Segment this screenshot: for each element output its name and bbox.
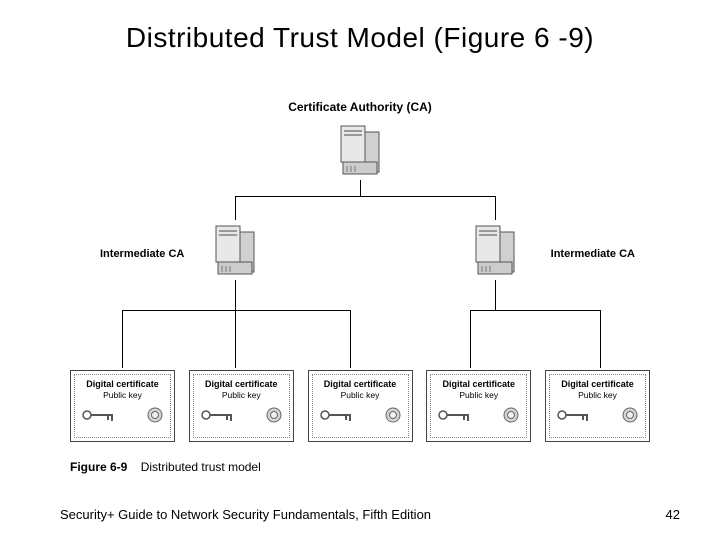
certificates-row: Digital certificate Public key Digital c… (70, 370, 650, 442)
slide-title: Distributed Trust Model (Figure 6 -9) (0, 0, 720, 54)
book-title: Security+ Guide to Network Security Fund… (60, 507, 431, 522)
page-number: 42 (666, 507, 680, 522)
digital-certificate: Digital certificate Public key (189, 370, 294, 442)
certificate-subtitle: Public key (77, 390, 168, 400)
figure-caption: Figure 6-9 Distributed trust model (70, 460, 261, 474)
certificate-subtitle: Public key (196, 390, 287, 400)
figure-number: Figure 6-9 (70, 460, 127, 474)
seal-icon (502, 406, 520, 424)
key-icon (200, 406, 236, 424)
certificate-subtitle: Public key (433, 390, 524, 400)
certificate-subtitle: Public key (552, 390, 643, 400)
seal-icon (621, 406, 639, 424)
key-icon (556, 406, 592, 424)
trust-model-diagram: Certificate Authority (CA) Intermediate … (70, 100, 650, 450)
intermediate-ca-left-icon (210, 220, 260, 280)
ca-server-icon (335, 120, 385, 180)
certificate-subtitle: Public key (315, 390, 406, 400)
seal-icon (146, 406, 164, 424)
digital-certificate: Digital certificate Public key (426, 370, 531, 442)
intermediate-ca-left-label: Intermediate CA (100, 248, 184, 260)
certificate-title: Digital certificate (196, 379, 287, 389)
certificate-title: Digital certificate (552, 379, 643, 389)
ca-label: Certificate Authority (CA) (288, 100, 432, 114)
digital-certificate: Digital certificate Public key (308, 370, 413, 442)
digital-certificate: Digital certificate Public key (70, 370, 175, 442)
figure-caption-text: Distributed trust model (141, 460, 261, 474)
intermediate-ca-right-label: Intermediate CA (551, 248, 635, 260)
intermediate-ca-right-icon (470, 220, 520, 280)
key-icon (437, 406, 473, 424)
certificate-title: Digital certificate (315, 379, 406, 389)
seal-icon (384, 406, 402, 424)
slide-footer: Security+ Guide to Network Security Fund… (60, 507, 680, 522)
key-icon (319, 406, 355, 424)
digital-certificate: Digital certificate Public key (545, 370, 650, 442)
key-icon (81, 406, 117, 424)
certificate-title: Digital certificate (433, 379, 524, 389)
seal-icon (265, 406, 283, 424)
certificate-title: Digital certificate (77, 379, 168, 389)
